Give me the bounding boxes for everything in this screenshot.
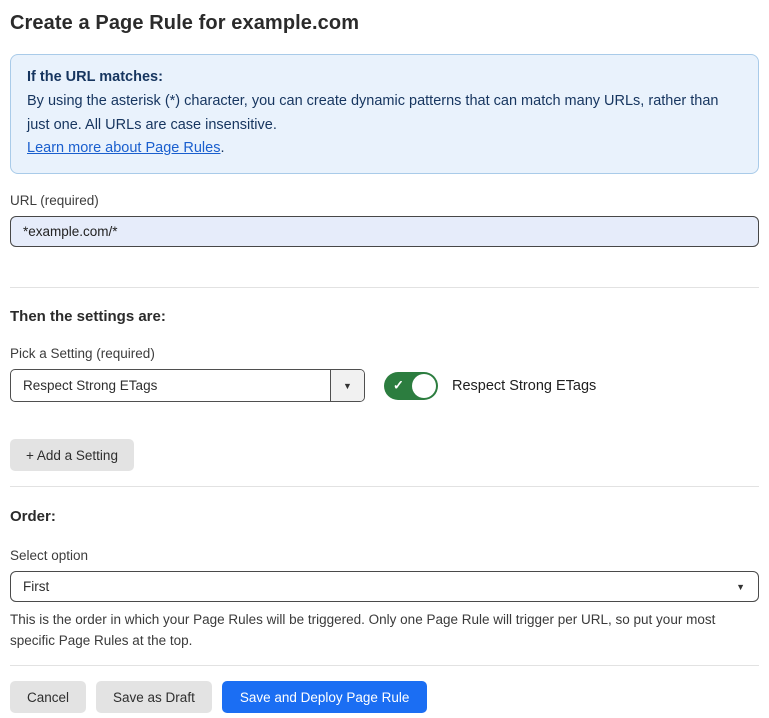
order-select-label: Select option (10, 548, 759, 563)
info-box-body: By using the asterisk (*) character, you… (27, 90, 742, 138)
cancel-button[interactable]: Cancel (10, 681, 86, 713)
toggle-knob (412, 374, 436, 398)
page-title: Create a Page Rule for example.com (10, 12, 759, 35)
order-help-text: This is the order in which your Page Rul… (10, 609, 759, 651)
order-select[interactable]: First ▼ (10, 571, 759, 602)
setting-select-value: Respect Strong ETags (11, 370, 330, 401)
info-box-heading: If the URL matches: (27, 66, 742, 90)
divider (10, 486, 759, 487)
setting-select-arrow-button[interactable]: ▼ (330, 370, 364, 401)
url-input[interactable] (10, 216, 759, 247)
setting-row: Respect Strong ETags ▼ ✓ Respect Strong … (10, 369, 759, 402)
url-field-label: URL (required) (10, 193, 759, 208)
form-actions: Cancel Save as Draft Save and Deploy Pag… (10, 681, 759, 713)
etags-toggle[interactable]: ✓ (384, 372, 438, 400)
check-icon: ✓ (393, 377, 404, 393)
learn-more-link[interactable]: Learn more about Page Rules (27, 140, 220, 156)
chevron-down-icon: ▼ (736, 582, 758, 592)
page-rule-form: Create a Page Rule for example.com If th… (0, 0, 769, 713)
chevron-down-icon: ▼ (343, 381, 352, 391)
link-suffix: . (220, 140, 224, 156)
add-setting-button[interactable]: + Add a Setting (10, 439, 134, 471)
info-box-link-line: Learn more about Page Rules. (27, 137, 742, 161)
save-deploy-button[interactable]: Save and Deploy Page Rule (222, 681, 428, 713)
settings-section-heading: Then the settings are: (10, 308, 759, 325)
toggle-label: Respect Strong ETags (452, 378, 596, 394)
divider (10, 287, 759, 288)
save-draft-button[interactable]: Save as Draft (96, 681, 212, 713)
pick-setting-label: Pick a Setting (required) (10, 346, 759, 361)
url-matches-info-box: If the URL matches: By using the asteris… (10, 54, 759, 174)
order-section-heading: Order: (10, 508, 759, 525)
order-select-value: First (11, 579, 736, 594)
setting-select[interactable]: Respect Strong ETags ▼ (10, 369, 365, 402)
divider (10, 665, 759, 666)
